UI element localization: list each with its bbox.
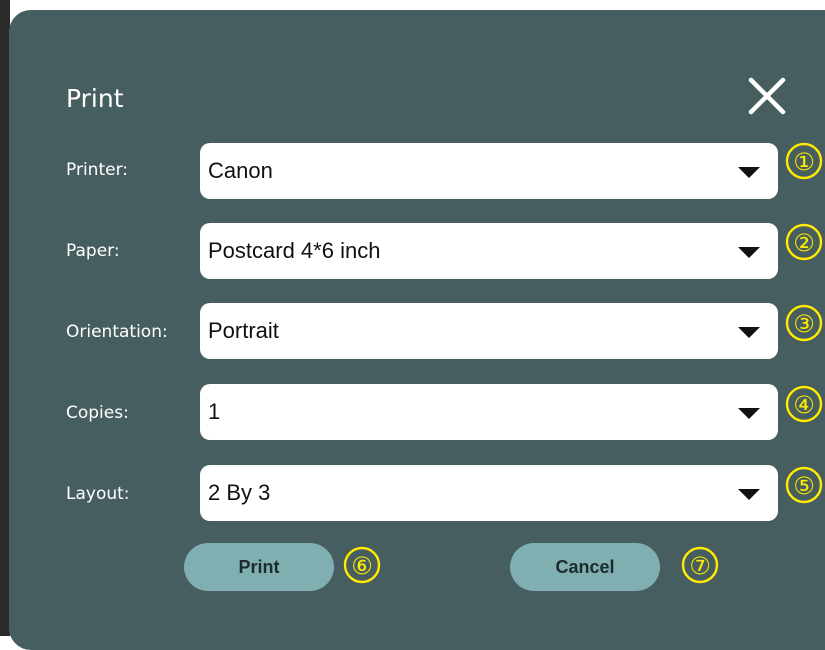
chevron-down-icon xyxy=(738,247,760,258)
marker-3-text: ③ xyxy=(793,310,815,338)
paper-label: Paper: xyxy=(66,241,120,261)
marker-5-text: ⑤ xyxy=(793,472,815,500)
layout-select-value: 2 By 3 xyxy=(208,480,271,505)
marker-4-text: ④ xyxy=(793,391,815,419)
copies-select[interactable]: 1 xyxy=(200,384,778,440)
cancel-button[interactable]: Cancel xyxy=(510,543,660,591)
close-icon[interactable] xyxy=(747,76,787,116)
copies-label: Copies: xyxy=(66,403,129,423)
marker-2-text: ② xyxy=(793,229,815,257)
marker-7-text: ⑦ xyxy=(689,552,711,580)
marker-1-text: ① xyxy=(793,148,815,176)
marker-6: ⑥ xyxy=(343,546,381,584)
marker-1: ① xyxy=(785,142,823,180)
orientation-select[interactable]: Portrait xyxy=(200,303,778,359)
layout-label: Layout: xyxy=(66,484,130,504)
marker-7: ⑦ xyxy=(681,546,719,584)
dialog-title: Print xyxy=(66,84,124,113)
marker-3: ③ xyxy=(785,304,823,342)
chevron-down-icon xyxy=(738,408,760,419)
print-button[interactable]: Print xyxy=(184,543,334,591)
chevron-down-icon xyxy=(738,167,760,178)
orientation-select-value: Portrait xyxy=(208,318,279,343)
printer-label: Printer: xyxy=(66,160,128,180)
chevron-down-icon xyxy=(738,327,760,338)
layout-select[interactable]: 2 By 3 xyxy=(200,465,778,521)
marker-6-text: ⑥ xyxy=(351,552,373,580)
marker-5: ⑤ xyxy=(785,466,823,504)
paper-select-value: Postcard 4*6 inch xyxy=(208,238,381,263)
marker-2: ② xyxy=(785,223,823,261)
paper-select[interactable]: Postcard 4*6 inch xyxy=(200,223,778,279)
marker-4: ④ xyxy=(785,385,823,423)
chevron-down-icon xyxy=(738,489,760,500)
orientation-label: Orientation: xyxy=(66,322,168,342)
printer-select[interactable]: Canon xyxy=(200,143,778,199)
copies-select-value: 1 xyxy=(208,399,221,424)
printer-select-value: Canon xyxy=(208,158,273,183)
